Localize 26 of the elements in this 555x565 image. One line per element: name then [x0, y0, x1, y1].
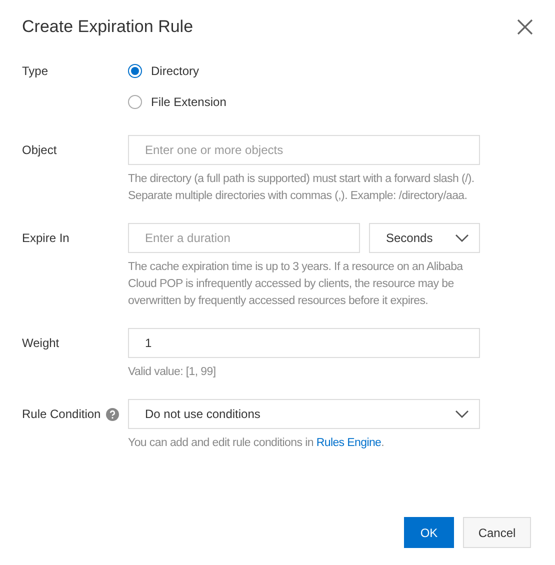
ok-button[interactable]: OK [404, 517, 454, 548]
chevron-down-icon [455, 234, 469, 242]
input-field[interactable]: 1 [128, 328, 480, 358]
close-icon[interactable] [517, 19, 533, 35]
help-text: The directory (a full path is supported) must start with a forward slash (/). Separate multiple directories with commas (,). Example: /directory/aaa. [128, 172, 476, 204]
select-field[interactable]: Do not use conditions [128, 399, 480, 429]
field-label: Weight [22, 336, 60, 350]
help-text: You can add and edit rule conditions in Rules Engine. [128, 436, 386, 451]
chevron-down-icon [455, 410, 469, 418]
help-text: The cache expiration time is up to 3 years. If a resource on an Alibaba Cloud POP is infrequently accessed by clients, the resource may be overwritten by frequently accessed resources before it expires. [128, 260, 464, 309]
input-field[interactable]: Enter a duration [128, 223, 360, 253]
field-label: Type [22, 64, 48, 78]
radio-button[interactable] [128, 64, 142, 78]
help-text: Valid value: [1, 99] [128, 365, 217, 380]
input-field[interactable]: Enter one or more objects [128, 135, 480, 165]
radio-label[interactable]: Directory [151, 64, 200, 78]
field-label: Object [22, 143, 57, 157]
radio-label[interactable]: File Extension [151, 94, 226, 108]
field-label: Expire In [22, 231, 70, 245]
dialog-title: Create Expiration Rule [22, 17, 194, 37]
field-label: Rule Condition [22, 407, 101, 421]
question-circle-icon[interactable] [106, 408, 119, 420]
cancel-button[interactable]: Cancel [463, 517, 531, 548]
select-field[interactable]: Seconds [369, 223, 480, 253]
radio-button[interactable] [128, 94, 142, 108]
rules-engine-link[interactable]: Rules Engine [316, 437, 382, 449]
